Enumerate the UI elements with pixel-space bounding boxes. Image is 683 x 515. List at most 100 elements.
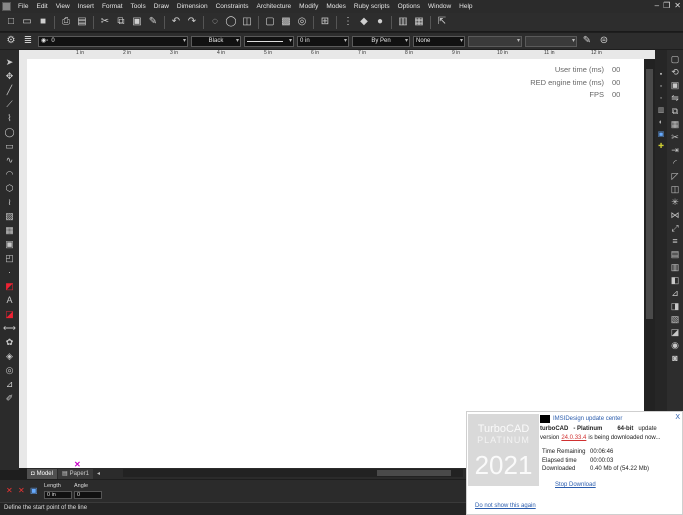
light-icon[interactable]: ◉: [669, 340, 681, 351]
menu-help[interactable]: Help: [455, 0, 476, 13]
menu-architecture[interactable]: Architecture: [252, 0, 295, 13]
menu-insert[interactable]: Insert: [74, 0, 98, 13]
multiline-tool-icon[interactable]: ⟋: [3, 98, 16, 110]
print-icon[interactable]: ⎙: [59, 15, 73, 29]
menu-format[interactable]: Format: [98, 0, 127, 13]
menu-options[interactable]: Options: [394, 0, 424, 13]
view-2d-icon[interactable]: ▢: [263, 15, 277, 29]
select-arrow-icon[interactable]: ➤: [3, 56, 16, 68]
menu-dimension[interactable]: Dimension: [173, 0, 212, 13]
menu-ruby-scripts[interactable]: Ruby scripts: [350, 0, 394, 13]
stop-download-link[interactable]: Stop Download: [555, 482, 596, 488]
layers-icon[interactable]: ⊞: [318, 15, 332, 29]
snap-ortho-icon[interactable]: ▣: [657, 130, 666, 139]
print-preview-icon[interactable]: ▤: [75, 15, 89, 29]
design-director-icon[interactable]: ▥: [396, 15, 410, 29]
restore-button[interactable]: ❐: [663, 0, 670, 12]
snap-tangent-icon[interactable]: ◐: [657, 118, 666, 127]
menu-view[interactable]: View: [52, 0, 74, 13]
dont-show-again-link[interactable]: Do not show this again: [475, 503, 536, 509]
grid-icon[interactable]: ⋮: [341, 15, 355, 29]
array-icon[interactable]: ▦: [669, 119, 681, 130]
polyline-tool-icon[interactable]: ⌇: [3, 112, 16, 124]
length-input[interactable]: 0 in: [44, 491, 72, 499]
block-tool-icon[interactable]: ▣: [3, 238, 16, 250]
pencil-icon[interactable]: ✎: [580, 34, 594, 48]
dimension-tool-icon[interactable]: ⟷: [3, 322, 16, 334]
angle-input[interactable]: 0: [74, 491, 102, 499]
layer-manager-icon[interactable]: ≣: [21, 34, 35, 48]
offset-icon[interactable]: ◫: [669, 184, 681, 195]
layer-combo[interactable]: ◉▫ 0 ▾: [38, 35, 188, 47]
edit-tool-icon[interactable]: ✥: [3, 70, 16, 82]
minimize-button[interactable]: –: [655, 0, 659, 12]
scale-icon[interactable]: ▣: [669, 80, 681, 91]
frame-tool-icon[interactable]: ◰: [3, 252, 16, 264]
align-icon[interactable]: ≡: [669, 236, 681, 247]
open-folder-icon[interactable]: ▭: [20, 15, 34, 29]
app-icon[interactable]: [2, 2, 11, 11]
options-icon[interactable]: ▣: [30, 486, 38, 495]
marker-tool-icon[interactable]: ◪: [3, 308, 16, 320]
table-tool-icon[interactable]: ▦: [3, 224, 16, 236]
vertical-scrollbar[interactable]: [644, 59, 655, 468]
finish-icon[interactable]: ✕: [18, 486, 25, 495]
popup-close-button[interactable]: X: [675, 414, 680, 421]
camera-icon[interactable]: ◙: [669, 353, 681, 364]
zoom-extents-icon[interactable]: ◯: [224, 15, 238, 29]
mirror-icon[interactable]: ⇋: [669, 93, 681, 104]
new-file-icon[interactable]: □: [4, 15, 18, 29]
snap-center-icon[interactable]: ◦: [657, 94, 666, 103]
layer-stack-icon[interactable]: ⊜: [597, 34, 611, 48]
line-tool-icon[interactable]: ╱: [3, 84, 16, 96]
cut-icon[interactable]: ✂: [98, 15, 112, 29]
hatch-tool-icon[interactable]: ▨: [3, 210, 16, 222]
menu-draw[interactable]: Draw: [150, 0, 173, 13]
snap-grid-icon[interactable]: ▥: [657, 106, 666, 115]
zoom-previous-icon[interactable]: ◫: [240, 15, 254, 29]
chamfer-icon[interactable]: ◸: [669, 171, 681, 182]
measure-tool-icon[interactable]: ⊿: [3, 378, 16, 390]
menu-tools[interactable]: Tools: [127, 0, 150, 13]
cancel-icon[interactable]: ✕: [6, 486, 13, 495]
menu-file[interactable]: File: [14, 0, 32, 13]
block-insert-icon[interactable]: ◧: [669, 275, 681, 286]
rotate-icon[interactable]: ⟲: [669, 67, 681, 78]
brush-tool-icon[interactable]: ✐: [3, 392, 16, 404]
point-tool-icon[interactable]: ·: [3, 266, 16, 278]
polygon-tool-icon[interactable]: ⬡: [3, 182, 16, 194]
menu-window[interactable]: Window: [424, 0, 455, 13]
spline-tool-icon[interactable]: ≀: [3, 196, 16, 208]
horizontal-scrollbar[interactable]: [123, 469, 463, 477]
copy-tool-icon[interactable]: ⧉: [669, 106, 681, 117]
format-painter-icon[interactable]: ✎: [146, 15, 160, 29]
trim-icon[interactable]: ✂: [669, 132, 681, 143]
export-icon[interactable]: ⇱: [435, 15, 449, 29]
snap-intersection-icon[interactable]: ✚: [657, 142, 666, 151]
save-icon[interactable]: ■: [36, 15, 50, 29]
rectangle-tool-icon[interactable]: ▭: [3, 140, 16, 152]
redo-icon[interactable]: ↷: [185, 15, 199, 29]
move-icon[interactable]: ▢: [669, 54, 681, 65]
stretch-icon[interactable]: ⤢: [669, 223, 681, 234]
ungroup-icon[interactable]: ▥: [669, 262, 681, 273]
magnet-icon[interactable]: ●: [373, 15, 387, 29]
stamp-tool-icon[interactable]: ◈: [3, 350, 16, 362]
line-width-combo[interactable]: 0 in ▾: [297, 35, 349, 47]
color-tool-icon[interactable]: ◩: [3, 280, 16, 292]
fillet-icon[interactable]: ◜: [669, 158, 681, 169]
text-tool-icon[interactable]: A: [3, 294, 16, 306]
undo-icon[interactable]: ↶: [169, 15, 183, 29]
menu-modes[interactable]: Modes: [322, 0, 350, 13]
render-icon[interactable]: ◎: [295, 15, 309, 29]
snap-middle-icon[interactable]: ▫: [657, 82, 666, 91]
drawing-canvas[interactable]: [27, 59, 644, 468]
shade-icon[interactable]: ◪: [669, 327, 681, 338]
fill-combo[interactable]: None ▾: [413, 35, 465, 47]
menu-edit[interactable]: Edit: [32, 0, 51, 13]
tab-paper1[interactable]: ▤ Paper1: [57, 468, 93, 479]
circle-tool-icon[interactable]: ◯: [3, 126, 16, 138]
texture-combo[interactable]: ▾: [525, 35, 577, 47]
line-style-combo[interactable]: ▾: [244, 35, 294, 47]
version-link[interactable]: 24.0.33.4: [561, 434, 586, 443]
